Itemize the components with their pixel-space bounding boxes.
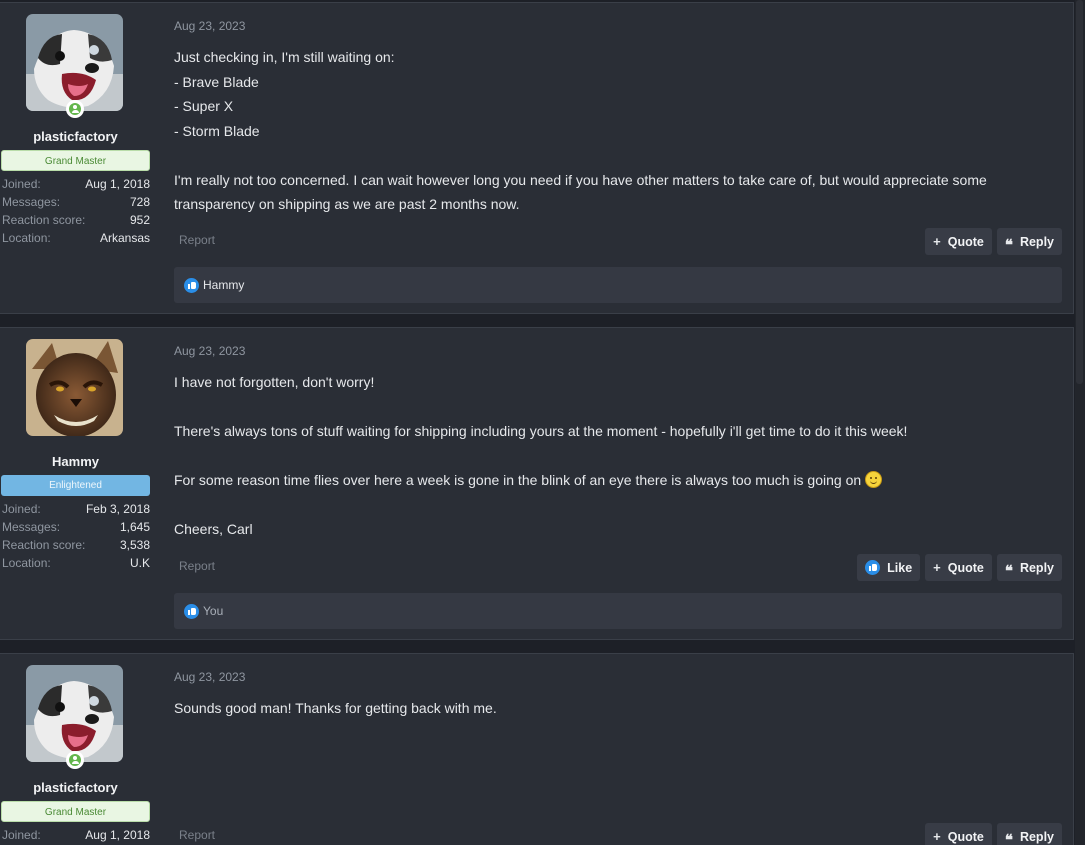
stat-value: 952 xyxy=(129,213,150,227)
post-line: For some reason time flies over here a w… xyxy=(174,472,862,488)
online-status-icon xyxy=(66,751,84,769)
scrollbar[interactable] xyxy=(1075,0,1085,845)
stat-label: Reaction score: xyxy=(2,538,86,552)
reactions-bar[interactable]: Hammy xyxy=(174,267,1062,303)
post-line xyxy=(174,493,1034,518)
quote-label: Quote xyxy=(947,829,984,844)
reply-label: Reply xyxy=(1019,829,1054,844)
stat-value: 1,645 xyxy=(119,520,150,534)
stat-label: Joined: xyxy=(2,502,41,516)
post-body: Just checking in, I'm still waiting on: … xyxy=(174,45,1034,217)
user-stats: Joined: Feb 3, 2018 Messages: 1,645 Reacti… xyxy=(2,500,150,572)
post-line: - Storm Blade xyxy=(174,122,260,139)
message-post: plasticfactory Grand Master Joined: Aug 1… xyxy=(0,653,1074,845)
stat-label: Messages: xyxy=(2,195,61,209)
reactions-bar[interactable]: You xyxy=(174,593,1062,629)
plus-icon: + xyxy=(933,560,941,575)
message-post: Hammy Enlightened Joined: Feb 3, 2018 Mes… xyxy=(0,327,1074,640)
user-stats: Joined: Aug 1, 2018 xyxy=(2,826,150,844)
stat-value: Arkansas xyxy=(99,231,150,245)
quote-label: Quote xyxy=(947,234,984,249)
reply-button[interactable]: ❝ Reply xyxy=(996,823,1062,845)
reply-button[interactable]: ❝ Reply xyxy=(996,554,1062,581)
post-line xyxy=(174,395,1034,420)
quote-label: Quote xyxy=(947,560,984,575)
post-date[interactable]: Aug 23, 2023 xyxy=(174,19,245,33)
quote-marks-icon: ❝ xyxy=(1004,561,1013,580)
post-line: I'm really not too concerned. I can wait… xyxy=(174,171,987,188)
post-line: There's always tons of stuff waiting for… xyxy=(174,423,908,439)
reaction-users[interactable]: You xyxy=(203,604,223,618)
post-line: Cheers, Carl xyxy=(174,521,253,537)
post-date[interactable]: Aug 23, 2023 xyxy=(174,670,245,684)
stat-label: Joined: xyxy=(2,828,41,842)
post-line: - Super X xyxy=(174,98,234,114)
reply-button[interactable]: ❝ Reply xyxy=(996,228,1062,255)
post-actions: + Quote ❝ Reply xyxy=(925,228,1062,255)
thumbs-up-icon xyxy=(184,603,199,619)
report-link[interactable]: Report xyxy=(179,233,215,247)
plus-icon: + xyxy=(933,829,941,844)
like-button[interactable]: Like xyxy=(857,554,921,581)
stat-value: Aug 1, 2018 xyxy=(85,828,150,842)
post-body: I have not forgotten, don't worry! There… xyxy=(174,370,1034,542)
avatar[interactable] xyxy=(26,14,123,111)
post-body: Sounds good man! Thanks for getting back… xyxy=(174,696,1034,721)
username[interactable]: Hammy xyxy=(0,454,151,469)
user-rank-badge: Grand Master xyxy=(1,150,150,171)
report-link[interactable]: Report xyxy=(179,559,215,573)
online-status-icon xyxy=(66,100,84,118)
quote-marks-icon: ❝ xyxy=(1004,830,1013,845)
reaction-users[interactable]: Hammy xyxy=(203,278,244,292)
post-line-with-emoji: For some reason time flies over here a w… xyxy=(174,468,1034,493)
report-link[interactable]: Report xyxy=(179,828,215,842)
thumbs-up-icon xyxy=(865,560,881,575)
stat-label: Reaction score: xyxy=(2,213,86,227)
stat-value: 3,538 xyxy=(119,538,150,552)
post-line: I have not forgotten, don't worry! xyxy=(174,374,375,390)
username[interactable]: plasticfactory xyxy=(0,129,151,144)
stat-label: Messages: xyxy=(2,520,61,534)
stat-value: 728 xyxy=(129,195,150,209)
stat-value: Aug 1, 2018 xyxy=(85,177,150,191)
scrollbar-thumb[interactable] xyxy=(1076,0,1083,384)
post-line: Just checking in, I'm still waiting on: xyxy=(174,49,395,65)
thumbs-up-icon xyxy=(184,277,199,293)
quote-button[interactable]: + Quote xyxy=(925,554,992,581)
post-date[interactable]: Aug 23, 2023 xyxy=(174,344,245,358)
avatar[interactable] xyxy=(26,339,123,436)
post-line xyxy=(174,444,1034,469)
avatar[interactable] xyxy=(26,665,123,762)
reply-label: Reply xyxy=(1019,560,1054,575)
plus-icon: + xyxy=(933,234,941,249)
post-line: Sounds good man! Thanks for getting back… xyxy=(174,700,497,716)
user-rank-badge: Grand Master xyxy=(1,801,150,822)
smile-emoji-icon xyxy=(865,471,883,488)
quote-button[interactable]: + Quote xyxy=(925,228,992,255)
stat-label: Location: xyxy=(2,231,51,245)
post-line xyxy=(174,143,1034,168)
post-line: - Brave Blade xyxy=(174,73,259,90)
message-post: plasticfactory Grand Master Joined: Aug 1… xyxy=(0,2,1074,314)
post-actions: + Quote ❝ Reply xyxy=(925,823,1062,845)
stat-label: Location: xyxy=(2,556,51,570)
post-line: transparency on shipping as we are past … xyxy=(174,196,520,212)
stat-value: U.K xyxy=(129,556,150,570)
quote-button[interactable]: + Quote xyxy=(925,823,992,845)
quote-marks-icon: ❝ xyxy=(1004,235,1013,254)
reply-label: Reply xyxy=(1019,234,1054,249)
stat-value: Feb 3, 2018 xyxy=(85,502,150,516)
like-label: Like xyxy=(887,560,913,575)
post-actions: Like + Quote ❝ Reply xyxy=(857,554,1062,581)
user-stats: Joined: Aug 1, 2018 Messages: 728 Reaction… xyxy=(2,175,150,247)
user-rank-badge: Enlightened xyxy=(1,475,150,496)
stat-label: Joined: xyxy=(2,177,41,191)
username[interactable]: plasticfactory xyxy=(0,780,151,795)
